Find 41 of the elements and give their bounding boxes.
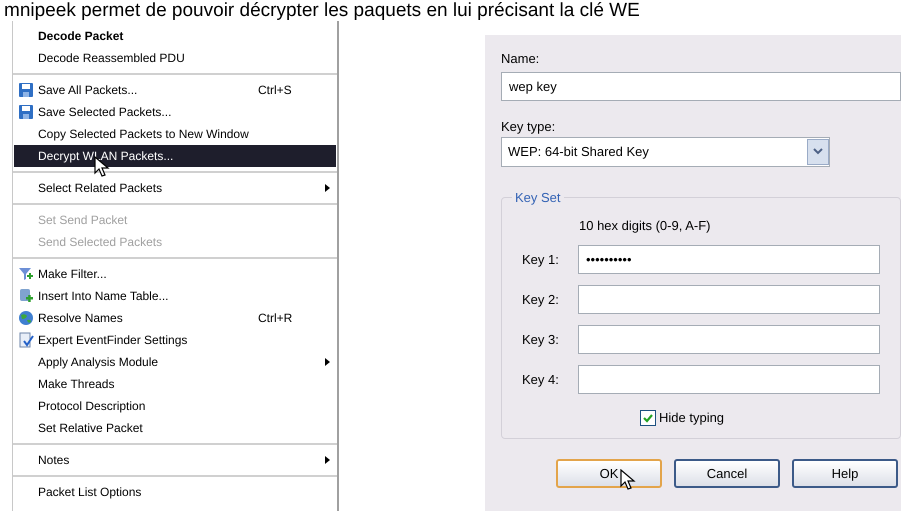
document-check-icon	[18, 332, 34, 348]
dialog-button[interactable]: Help	[792, 459, 898, 488]
checkbox-label: Hide typing	[659, 409, 724, 427]
cursor-icon	[620, 469, 636, 491]
menu-item[interactable]: Protocol Description	[14, 395, 336, 417]
name-field[interactable]: wep key	[501, 72, 901, 101]
menu-item[interactable]: Packet List Options	[14, 481, 336, 503]
field-label: Name:	[501, 50, 540, 68]
key-field[interactable]	[578, 365, 880, 394]
menu-item[interactable]: Save All Packets... Ctrl+S	[14, 79, 336, 101]
field-label: Key 4:	[522, 370, 560, 389]
caption-text: mnipeek permet de pouvoir décrypter les paquets en lui précisant la clé WE	[4, 0, 640, 21]
checkmark-icon	[642, 412, 654, 424]
key-field[interactable]	[578, 325, 880, 354]
menu-item[interactable]: Expert EventFinder Settings	[14, 329, 336, 351]
key-field[interactable]	[578, 285, 880, 314]
field-label: Key type:	[501, 118, 556, 136]
menu-item[interactable]: Resolve Names Ctrl+R	[14, 307, 336, 329]
field-label: Key 2:	[522, 290, 560, 309]
dialog-button[interactable]: Cancel	[674, 459, 780, 488]
globe-icon	[18, 310, 34, 326]
hide-typing-checkbox[interactable]	[640, 410, 656, 426]
menu-item[interactable]: Decode Packet	[14, 25, 336, 47]
menu-item[interactable]: Apply Analysis Module	[14, 351, 336, 373]
key-field[interactable]: ••••••••••	[578, 245, 880, 274]
menu-item[interactable]: Copy Selected Packets to New Window	[14, 123, 336, 145]
table-add-icon	[18, 288, 34, 304]
dialog-button[interactable]: OK	[556, 459, 662, 488]
filter-add-icon	[18, 266, 34, 282]
field-label: Key 3:	[522, 330, 560, 349]
menu-item[interactable]: Set Relative Packet	[14, 417, 336, 439]
key-type-dropdown[interactable]: WEP: 64-bit Shared Key	[501, 137, 830, 167]
field-label: Key 1:	[522, 250, 560, 269]
menu-item[interactable]: Save Selected Packets...	[14, 101, 336, 123]
menu-item[interactable]: Make Filter...	[14, 263, 336, 285]
menu-item[interactable]: Notes	[14, 449, 336, 471]
hint-text: 10 hex digits (0-9, A-F)	[579, 217, 712, 234]
menu-item[interactable]: Make Threads	[14, 373, 336, 395]
menu-item[interactable]: Decode Reassembled PDU	[14, 47, 336, 69]
menu-item[interactable]: Select Related Packets	[14, 177, 336, 199]
menu-item[interactable]: Insert Into Name Table...	[14, 285, 336, 307]
